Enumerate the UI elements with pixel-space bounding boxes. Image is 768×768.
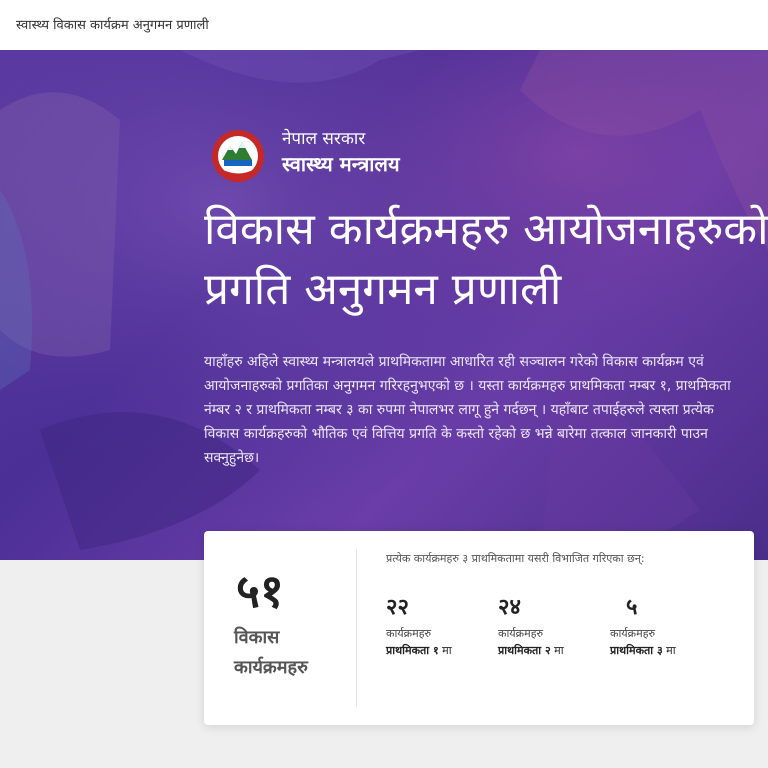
priority-1-stat: २२ कार्यक्रमहरु प्राथमिकता १ मा	[386, 591, 496, 659]
priority-2-count: २४	[498, 595, 521, 620]
priority-3-name: प्राथमिकता ३ मा	[610, 644, 676, 657]
government-label: नेपाल सरकार	[282, 129, 366, 149]
total-label-line-2: कार्यक्रमहरु	[234, 657, 308, 678]
ministry-label: स्वास्थ्य मन्त्रालय	[282, 152, 400, 176]
total-programs-count: ५१	[236, 564, 284, 618]
priority-3-stat: ५ कार्यक्रमहरु प्राथमिकता ३ मा	[610, 591, 720, 659]
priority-2-stat: २४ कार्यक्रमहरु प्राथमिकता २ मा	[498, 591, 608, 659]
priority-2-label: कार्यक्रमहरु	[498, 627, 544, 640]
ministry-name: नेपाल सरकार स्वास्थ्य मन्त्रालय	[282, 128, 400, 178]
card-divider	[356, 549, 357, 707]
hero-description: याहाँहरु अहिले स्वास्थ्य मन्त्रालयले प्र…	[204, 354, 731, 466]
priority-1-name: प्राथमिकता १ मा	[386, 644, 452, 657]
total-programs-label: विकास कार्यक्रमहरु	[234, 623, 308, 683]
nepal-emblem-icon	[212, 130, 264, 182]
priority-1-label: कार्यक्रमहरु	[386, 627, 432, 640]
priority-3-count: ५	[626, 595, 638, 620]
priority-1-count: २२	[386, 595, 409, 620]
priority-2-name: प्राथमिकता २ मा	[498, 644, 564, 657]
hero-banner: नेपाल सरकार स्वास्थ्य मन्त्रालय विकास का…	[0, 50, 768, 560]
hero-headline: विकास कार्यक्रमहरु आयोजनाहरुको प्रगति अन…	[204, 200, 768, 320]
top-bar: स्वास्थ्य विकास कार्यक्रम अनुगमन प्रणाली	[0, 0, 768, 50]
summary-card: ५१ विकास कार्यक्रमहरु प्रत्येक कार्यक्रम…	[204, 531, 754, 725]
priority-3-label: कार्यक्रमहरु	[610, 627, 656, 640]
total-label-line-1: विकास	[234, 627, 280, 648]
headline-line-1: विकास कार्यक्रमहरु आयोजनाहरुको	[204, 204, 768, 255]
priority-note: प्रत्येक कार्यक्रमहरु ३ प्राथमिकतामा यसर…	[386, 552, 645, 565]
site-title[interactable]: स्वास्थ्य विकास कार्यक्रम अनुगमन प्रणाली	[16, 15, 209, 33]
headline-line-2: प्रगति अनुगमन प्रणाली	[204, 264, 562, 315]
